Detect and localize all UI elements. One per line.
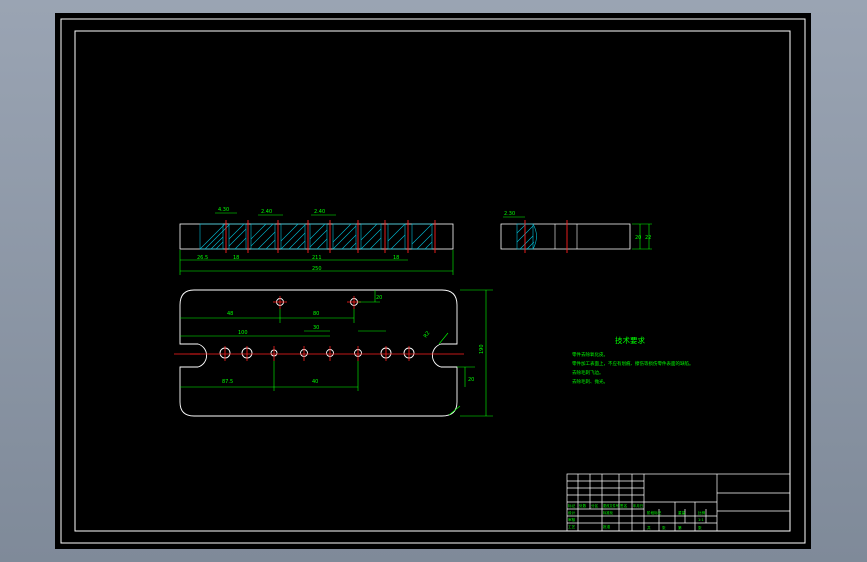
title-block [566, 473, 791, 532]
dim-side-2: 20 [635, 235, 641, 241]
dim-front-3: 2.40 [314, 209, 325, 215]
tech-req-title: 技术要求 [615, 335, 645, 345]
dim-plan-40: 40 [312, 379, 318, 385]
technical-requirements: 技术要求 零件去除氧化皮。 零件加工表面上，不应有划痕、擦伤等损伤零件表面的缺陷… [572, 335, 694, 385]
front-view-hatching [199, 223, 433, 250]
inner-border [74, 30, 791, 532]
dim-front-2: 2.40 [261, 209, 272, 215]
dim-plan-r2: R2 [423, 330, 432, 339]
dim-plan-190: 190 [479, 344, 485, 354]
tb-label-count: 处数 [579, 503, 587, 508]
tb-label-approve: 批准 [603, 524, 611, 529]
drawing-sheet: 4.30 2.40 2.40 26.5 18 211 18 250 2.30 2… [55, 13, 811, 549]
tb-label-mark: 标记 [568, 503, 576, 508]
tb-label-stage: 阶段标记 [647, 510, 662, 515]
dim-plan-30: 30 [313, 325, 319, 331]
tb-label-no: 第 [678, 525, 682, 530]
tech-req-item-1: 零件去除氧化皮。 [572, 351, 608, 358]
dim-front-8: 250 [312, 266, 322, 272]
plate-outline [179, 289, 458, 417]
plan-view: 48 20 80 100 30 R2 87.5 40 20 190 [174, 289, 493, 417]
tb-label-design: 设计 [568, 510, 576, 515]
drawing-canvas: 4.30 2.40 2.40 26.5 18 211 18 250 2.30 2… [60, 18, 806, 544]
side-view: 2.30 20 22 [500, 211, 652, 253]
tb-label-std: 标准化 [603, 510, 614, 515]
dim-front-6: 211 [312, 255, 322, 261]
dim-plan-100: 100 [238, 330, 248, 336]
tech-req-item-2: 零件加工表面上，不应有划痕、擦伤等损伤零件表面的缺陷。 [572, 360, 694, 367]
cad-viewport[interactable]: 4.30 2.40 2.40 26.5 18 211 18 250 2.30 2… [0, 0, 867, 562]
tb-label-sheets1: 张 [662, 525, 666, 530]
dim-front-5: 18 [233, 255, 239, 261]
plan-dim-lines [180, 289, 493, 417]
tb-label-weight: 重量 [678, 510, 686, 515]
tb-label-process: 工艺 [568, 524, 576, 529]
dim-front-7: 18 [393, 255, 399, 261]
front-view: 4.30 2.40 2.40 26.5 18 211 18 250 [179, 207, 454, 275]
tech-req-item-4: 去除毛刺、抛光。 [572, 378, 608, 385]
tb-label-zone: 分区 [591, 503, 599, 508]
dim-side-1: 2.30 [504, 211, 515, 217]
tb-label-scale: 比例 [698, 510, 706, 515]
tb-label-sheets2: 张 [698, 525, 702, 530]
tb-scale-value: 1:1 [698, 518, 704, 522]
dim-plan-80: 80 [313, 311, 319, 317]
dim-plan-20a: 20 [376, 295, 382, 301]
tb-label-total: 共 [647, 525, 651, 530]
outer-border [60, 18, 806, 544]
dim-plan-48: 48 [227, 311, 233, 317]
dim-front-1: 4.30 [218, 207, 229, 213]
dim-plan-87: 87.5 [222, 379, 233, 385]
tech-req-item-3: 去除毛刺飞边。 [572, 369, 604, 376]
dim-front-4: 26.5 [197, 255, 208, 261]
tb-label-sign: 签名 [620, 503, 628, 508]
tb-label-review: 审核 [568, 517, 576, 522]
dim-plan-20b: 20 [468, 377, 474, 383]
tb-label-change: 更改文件号 [603, 503, 619, 508]
tb-label-date: 年月日 [633, 503, 643, 508]
dim-side-3: 22 [645, 235, 651, 241]
